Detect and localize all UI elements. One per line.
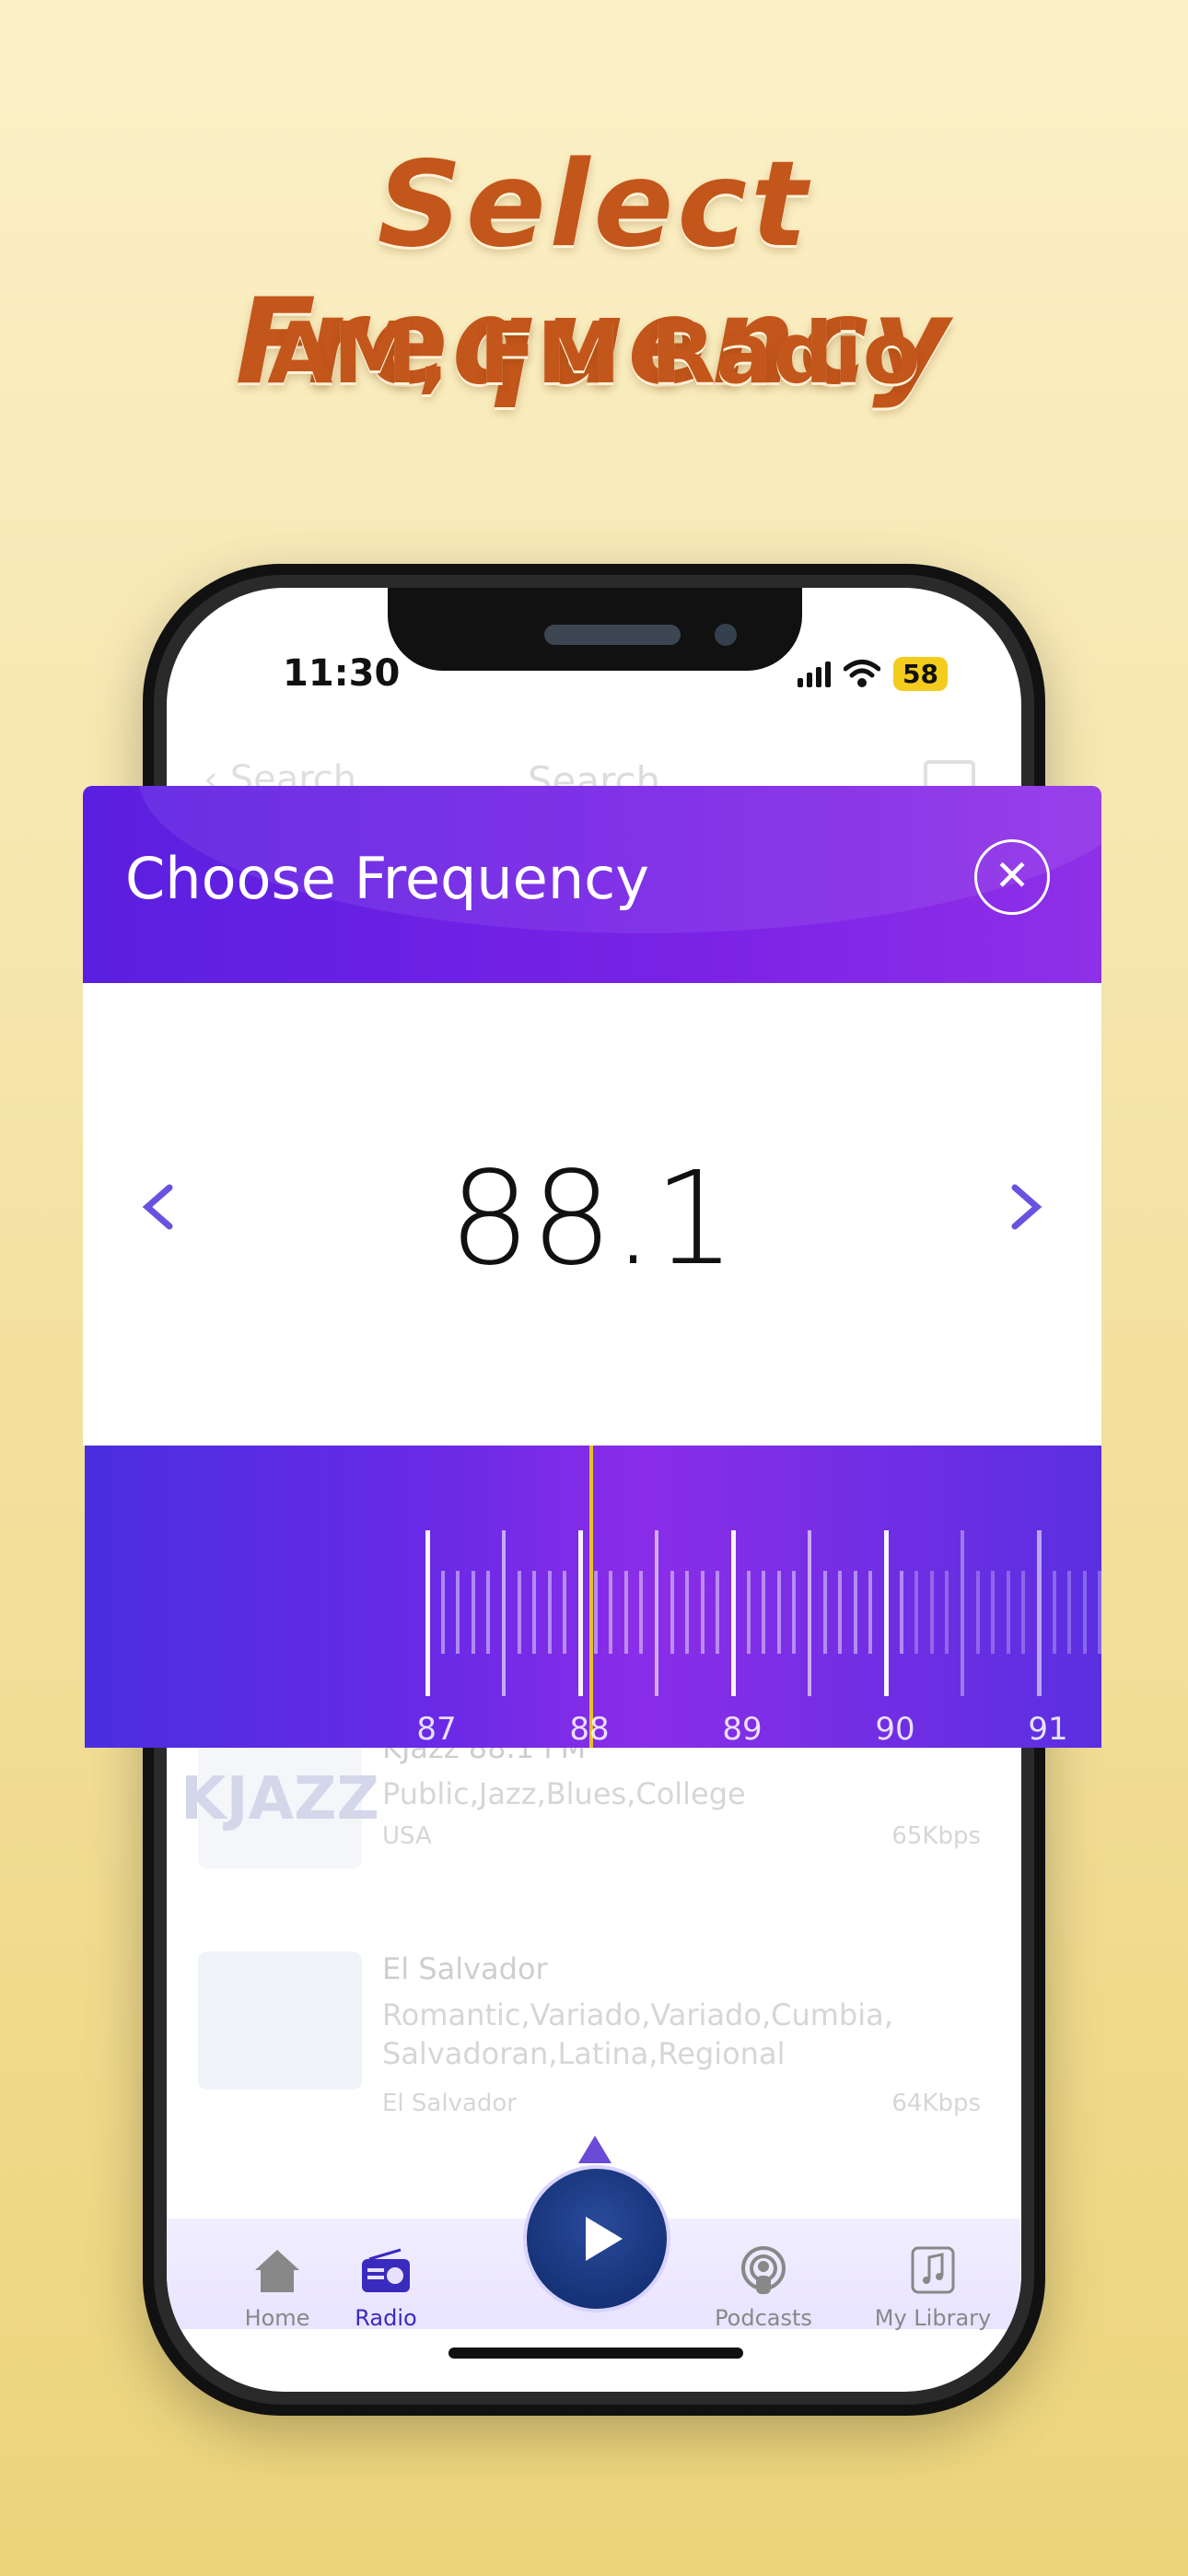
dial-minor-tick bbox=[853, 1571, 857, 1654]
list-item[interactable]: El Salvador Romantic,Variado,Variado,Cum… bbox=[198, 1951, 990, 2117]
frequency-dial[interactable]: 87 88 89 90 91 bbox=[85, 1446, 1101, 1748]
station-bitrate: 65Kbps bbox=[891, 1822, 981, 1850]
dial-minor-tick bbox=[746, 1571, 751, 1654]
wifi-icon bbox=[844, 660, 881, 687]
radio-icon bbox=[362, 2248, 410, 2292]
dialog-title: Choose Frequency bbox=[125, 845, 649, 912]
dial-minor-tick bbox=[655, 1530, 658, 1696]
dial-minor-tick bbox=[670, 1571, 674, 1654]
play-icon bbox=[586, 2217, 623, 2261]
dial-minor-tick bbox=[991, 1571, 996, 1654]
dial-minor-tick bbox=[929, 1571, 934, 1654]
dial-label: 90 bbox=[875, 1711, 915, 1748]
dial-minor-tick bbox=[808, 1530, 811, 1696]
tab-bar: Home Radio Podcasts My Library bbox=[167, 2136, 1021, 2331]
speaker-grille bbox=[544, 625, 681, 645]
dial-major-tick bbox=[884, 1530, 889, 1696]
dial-minor-tick bbox=[593, 1571, 598, 1654]
station-genre: Public,Jazz,Blues,College bbox=[382, 1776, 746, 1811]
dial-minor-tick bbox=[716, 1571, 720, 1654]
dial-minor-tick bbox=[486, 1571, 491, 1654]
dial-minor-tick bbox=[1006, 1571, 1010, 1654]
cellular-signal-icon bbox=[798, 660, 832, 687]
station-bitrate: 64Kbps bbox=[891, 2090, 981, 2117]
dial-minor-tick bbox=[563, 1571, 567, 1654]
dial-minor-tick bbox=[838, 1571, 843, 1654]
library-icon bbox=[911, 2246, 955, 2294]
dial-minor-tick bbox=[1082, 1571, 1087, 1654]
close-icon[interactable]: ✕ bbox=[974, 839, 1050, 915]
dial-minor-tick bbox=[471, 1571, 475, 1654]
dial-minor-tick bbox=[639, 1571, 644, 1654]
dial-minor-tick bbox=[1098, 1571, 1101, 1654]
dial-minor-tick bbox=[700, 1571, 705, 1654]
dial-major-tick bbox=[731, 1530, 736, 1696]
frequency-value: 88.1 bbox=[448, 1144, 736, 1294]
mini-player-button[interactable] bbox=[523, 2136, 670, 2313]
dial-needle bbox=[589, 1446, 593, 1748]
dialog-header: Choose Frequency ✕ bbox=[83, 786, 1101, 983]
dial-minor-tick bbox=[762, 1571, 766, 1654]
dial-minor-tick bbox=[685, 1571, 690, 1654]
dial-minor-tick bbox=[547, 1571, 552, 1654]
dial-minor-tick bbox=[1021, 1571, 1026, 1654]
podcast-icon bbox=[741, 2246, 786, 2294]
home-indicator bbox=[448, 2348, 743, 2359]
dial-minor-tick bbox=[776, 1571, 781, 1654]
dial-minor-tick bbox=[945, 1571, 949, 1654]
headline-subtitle: AM, FM Radio bbox=[267, 304, 921, 403]
dial-minor-tick bbox=[609, 1571, 613, 1654]
dial-minor-tick bbox=[623, 1571, 628, 1654]
dial-label: 88 bbox=[569, 1711, 610, 1748]
chevron-right-icon[interactable] bbox=[1002, 1184, 1048, 1230]
dial-major-tick bbox=[578, 1530, 583, 1696]
dial-label: 89 bbox=[722, 1711, 763, 1748]
dial-major-tick bbox=[425, 1530, 430, 1696]
dial-major-tick bbox=[1037, 1530, 1042, 1696]
station-genre: Romantic,Variado,Variado,Cumbia, Salvado… bbox=[382, 1997, 893, 2071]
station-country: El Salvador bbox=[382, 2090, 517, 2117]
dial-label: 91 bbox=[1028, 1711, 1068, 1748]
dial-minor-tick bbox=[868, 1571, 873, 1654]
list-item[interactable]: KJAZZ KJazz 88.1 FM Public,Jazz,Blues,Co… bbox=[181, 1730, 990, 1887]
dial-minor-tick bbox=[1067, 1571, 1072, 1654]
station-title: El Salvador bbox=[382, 1951, 548, 1986]
dial-label: 87 bbox=[416, 1711, 457, 1748]
battery-badge: 58 bbox=[893, 656, 948, 691]
dial-minor-tick bbox=[975, 1571, 980, 1654]
status-time: 11:30 bbox=[283, 652, 401, 695]
frequency-display: 88.1 bbox=[83, 983, 1101, 1446]
dial-minor-tick bbox=[502, 1530, 506, 1696]
dial-minor-tick bbox=[961, 1530, 964, 1696]
tab-library[interactable]: My Library bbox=[859, 2246, 1007, 2331]
dial-minor-tick bbox=[822, 1571, 827, 1654]
station-country: USA bbox=[382, 1822, 432, 1850]
notch bbox=[388, 588, 802, 671]
dial-minor-tick bbox=[440, 1571, 445, 1654]
tab-podcasts[interactable]: Podcasts bbox=[690, 2246, 837, 2331]
choose-frequency-dialog: Choose Frequency ✕ 88.1 87 88 89 90 91 bbox=[83, 786, 1101, 1748]
dial-minor-tick bbox=[792, 1571, 797, 1654]
dial-minor-tick bbox=[1052, 1571, 1056, 1654]
tab-radio[interactable]: Radio bbox=[312, 2246, 460, 2331]
station-logo bbox=[198, 1951, 362, 2090]
station-logo: KJAZZ bbox=[181, 1730, 379, 1868]
home-icon bbox=[255, 2250, 299, 2292]
status-indicators: 58 bbox=[798, 650, 948, 697]
expand-caret-icon bbox=[578, 2136, 611, 2163]
dial-minor-tick bbox=[899, 1571, 903, 1654]
dial-minor-tick bbox=[456, 1571, 460, 1654]
tab-label: My Library bbox=[874, 2305, 992, 2331]
tab-label: Podcasts bbox=[715, 2305, 812, 2331]
front-camera bbox=[715, 624, 737, 646]
dial-minor-tick bbox=[914, 1571, 919, 1654]
dial-minor-tick bbox=[532, 1571, 537, 1654]
tab-label: Radio bbox=[355, 2305, 417, 2331]
dial-minor-tick bbox=[517, 1571, 521, 1654]
